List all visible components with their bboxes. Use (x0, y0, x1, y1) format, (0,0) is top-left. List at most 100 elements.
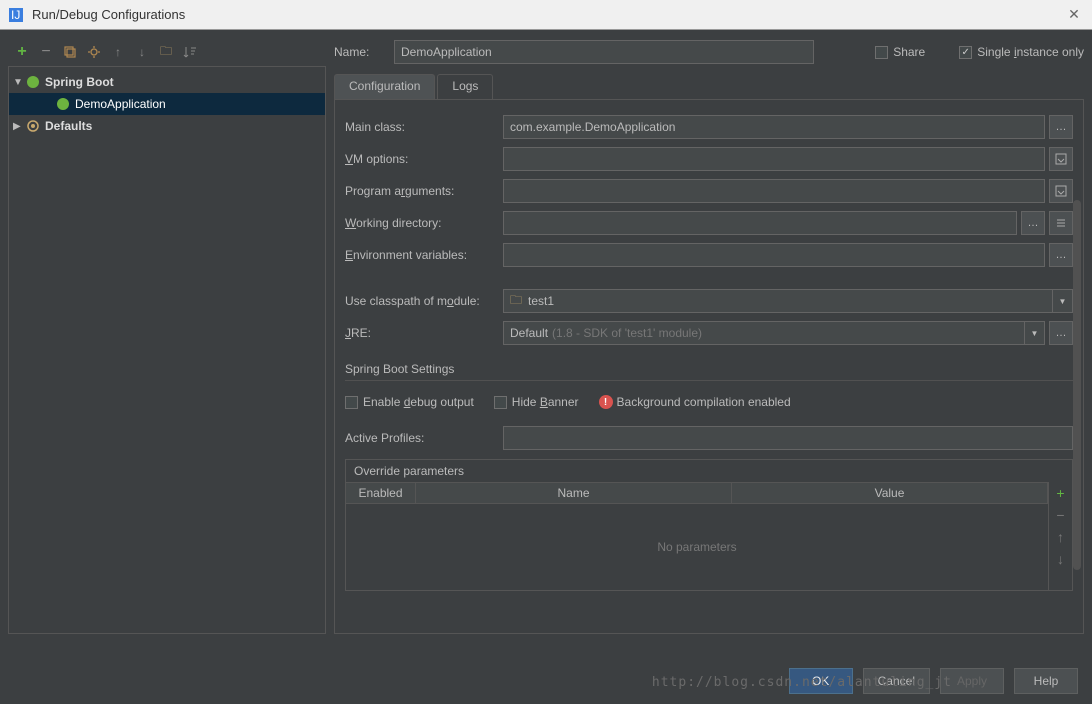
vm-options-row: VM options: (345, 144, 1073, 174)
jre-row: JRE: Default (1.8 - SDK of 'test1' modul… (345, 318, 1073, 348)
defaults-icon (25, 118, 41, 134)
jre-hint: (1.8 - SDK of 'test1' module) (552, 326, 702, 340)
main-class-value: com.example.DemoApplication (510, 120, 675, 134)
add-config-button[interactable]: + (12, 42, 32, 62)
name-label: Name: (334, 45, 384, 59)
dropdown-icon: ▼ (1024, 322, 1044, 344)
single-instance-label: Single instance only (977, 45, 1084, 59)
col-enabled[interactable]: Enabled (346, 483, 416, 503)
browse-main-class-button[interactable]: … (1049, 115, 1073, 139)
copy-config-button[interactable] (60, 42, 80, 62)
working-dir-label: Working directory: (345, 216, 503, 230)
classpath-select[interactable]: 🗀 test1 ▼ (503, 289, 1073, 313)
classpath-value: test1 (528, 294, 554, 308)
folder-button[interactable]: 🗀 (156, 42, 176, 62)
override-remove-button[interactable]: − (1049, 504, 1072, 526)
dropdown-icon: ▼ (1052, 290, 1072, 312)
bg-compile-label: Background compilation enabled (617, 395, 791, 409)
browse-jre-button[interactable]: … (1049, 321, 1073, 345)
checkbox-icon (345, 396, 358, 409)
classpath-row: Use classpath of module: 🗀 test1 ▼ (345, 286, 1073, 316)
share-checkbox[interactable]: Share (875, 45, 925, 59)
tree-label: Spring Boot (45, 75, 114, 89)
enable-debug-checkbox[interactable]: Enable debug output (345, 395, 474, 409)
left-panel: + − ↑ ↓ 🗀 ▼ Spring Boot DemoApplication … (8, 38, 326, 634)
ok-button[interactable]: OK (789, 668, 853, 694)
vertical-scrollbar[interactable] (1073, 200, 1081, 570)
program-args-row: Program arguments: (345, 176, 1073, 206)
app-logo-icon: IJ (8, 7, 24, 23)
expand-vm-options-button[interactable] (1049, 147, 1073, 171)
override-actions: + − ↑ ↓ (1048, 482, 1072, 590)
spring-app-icon (55, 96, 71, 112)
override-parameters: Override parameters Enabled Name Value N… (345, 459, 1073, 591)
browse-env-vars-button[interactable]: … (1049, 243, 1073, 267)
jre-select[interactable]: Default (1.8 - SDK of 'test1' module) ▼ (503, 321, 1045, 345)
tab-configuration[interactable]: Configuration (334, 74, 435, 99)
right-panel: Name: Share Single instance only Configu… (334, 38, 1084, 634)
checkbox-icon (494, 396, 507, 409)
spring-checkboxes: Enable debug output Hide Banner ! Backgr… (345, 389, 1073, 415)
classpath-label: Use classpath of module: (345, 294, 503, 308)
move-down-button[interactable]: ↓ (132, 42, 152, 62)
config-toolbar: + − ↑ ↓ 🗀 (8, 38, 326, 66)
move-up-button[interactable]: ↑ (108, 42, 128, 62)
list-working-dir-button[interactable] (1049, 211, 1073, 235)
vm-options-input[interactable] (503, 147, 1045, 171)
working-dir-input[interactable] (503, 211, 1017, 235)
col-value[interactable]: Value (732, 483, 1048, 503)
tree-label: Defaults (45, 119, 92, 133)
main-class-label: Main class: (345, 120, 503, 134)
tree-label: DemoApplication (75, 97, 166, 111)
program-args-input[interactable] (503, 179, 1045, 203)
env-vars-input[interactable] (503, 243, 1045, 267)
main-class-input[interactable]: com.example.DemoApplication (503, 115, 1045, 139)
single-instance-checkbox[interactable]: Single instance only (959, 45, 1084, 59)
tree-spring-boot[interactable]: ▼ Spring Boot (9, 71, 325, 93)
name-input[interactable] (394, 40, 814, 64)
cancel-button[interactable]: Cancel (863, 668, 930, 694)
tab-logs[interactable]: Logs (437, 74, 493, 99)
col-name[interactable]: Name (416, 483, 732, 503)
checkbox-icon (959, 46, 972, 59)
settings-config-button[interactable] (84, 42, 104, 62)
titlebar: IJ Run/Debug Configurations ✕ (0, 0, 1092, 30)
spring-settings-title: Spring Boot Settings (345, 362, 1073, 381)
config-tree: ▼ Spring Boot DemoApplication ▶ Defaults (8, 66, 326, 634)
override-down-button[interactable]: ↓ (1049, 548, 1072, 570)
sort-button[interactable] (180, 42, 200, 62)
tree-demo-application[interactable]: DemoApplication (9, 93, 325, 115)
expand-program-args-button[interactable] (1049, 179, 1073, 203)
dialog-body: + − ↑ ↓ 🗀 ▼ Spring Boot DemoApplication … (0, 30, 1092, 642)
override-up-button[interactable]: ↑ (1049, 526, 1072, 548)
help-button[interactable]: Help (1014, 668, 1078, 694)
hide-banner-label: Hide Banner (512, 395, 579, 409)
active-profiles-input[interactable] (503, 426, 1073, 450)
window-title: Run/Debug Configurations (32, 7, 1064, 22)
warning-icon: ! (599, 395, 613, 409)
enable-debug-label: Enable debug output (363, 395, 474, 409)
jre-label: JRE: (345, 326, 503, 340)
override-title: Override parameters (346, 460, 1072, 482)
tree-defaults[interactable]: ▶ Defaults (9, 115, 325, 137)
jre-value: Default (510, 326, 548, 340)
remove-config-button[interactable]: − (36, 42, 56, 62)
share-label: Share (893, 45, 925, 59)
hide-banner-checkbox[interactable]: Hide Banner (494, 395, 579, 409)
bg-compile-status: ! Background compilation enabled (599, 395, 791, 409)
override-add-button[interactable]: + (1049, 482, 1072, 504)
override-empty: No parameters (346, 504, 1048, 590)
active-profiles-row: Active Profiles: (345, 423, 1073, 453)
env-vars-row: Environment variables: … (345, 240, 1073, 270)
browse-working-dir-button[interactable]: … (1021, 211, 1045, 235)
spring-boot-icon (25, 74, 41, 90)
apply-button[interactable]: Apply (940, 668, 1004, 694)
active-profiles-label: Active Profiles: (345, 431, 503, 445)
module-icon: 🗀 (510, 291, 522, 312)
close-icon[interactable]: ✕ (1064, 6, 1084, 23)
override-header: Enabled Name Value (346, 482, 1048, 504)
checkbox-icon (875, 46, 888, 59)
working-dir-row: Working directory: … (345, 208, 1073, 238)
main-class-row: Main class: com.example.DemoApplication … (345, 112, 1073, 142)
svg-text:IJ: IJ (11, 8, 20, 22)
